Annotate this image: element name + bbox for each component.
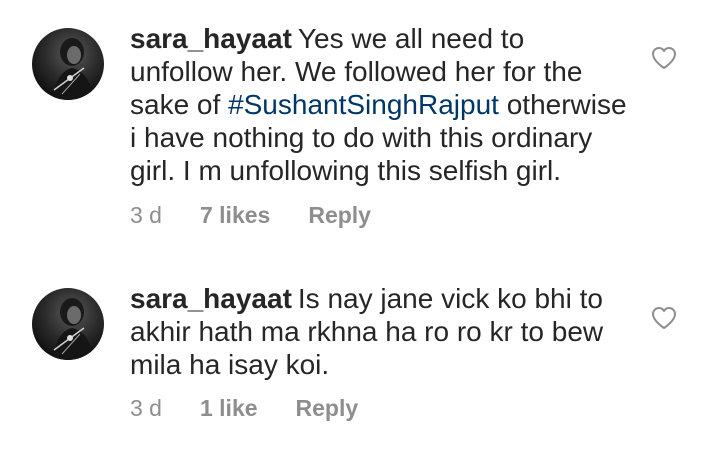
reply-button[interactable]: Reply: [308, 202, 371, 229]
comment-time[interactable]: 3 d: [130, 395, 162, 422]
likes-count[interactable]: 1 like: [200, 395, 258, 422]
comment-text: sara_hayaat Is nay jane vick ko bhi to ak…: [130, 282, 630, 381]
reply-button[interactable]: Reply: [296, 395, 359, 422]
avatar[interactable]: [32, 28, 104, 100]
heart-outline-icon[interactable]: [651, 46, 677, 70]
avatar-image: [52, 38, 94, 100]
username-link[interactable]: sara_hayaat: [130, 23, 292, 54]
avatar-image: [52, 298, 94, 360]
comment-text: sara_hayaat Yes we all need to unfollow h…: [130, 22, 630, 187]
likes-count[interactable]: 7 likes: [200, 202, 270, 229]
avatar[interactable]: [32, 288, 104, 360]
comment-time[interactable]: 3 d: [130, 202, 162, 229]
hashtag-link[interactable]: #SushantSinghRajput: [228, 89, 499, 120]
comment-meta: 3 d 7 likes Reply: [130, 202, 371, 229]
username-link[interactable]: sara_hayaat: [130, 283, 292, 314]
comment-meta: 3 d 1 like Reply: [130, 395, 358, 422]
heart-outline-icon[interactable]: [651, 306, 677, 330]
